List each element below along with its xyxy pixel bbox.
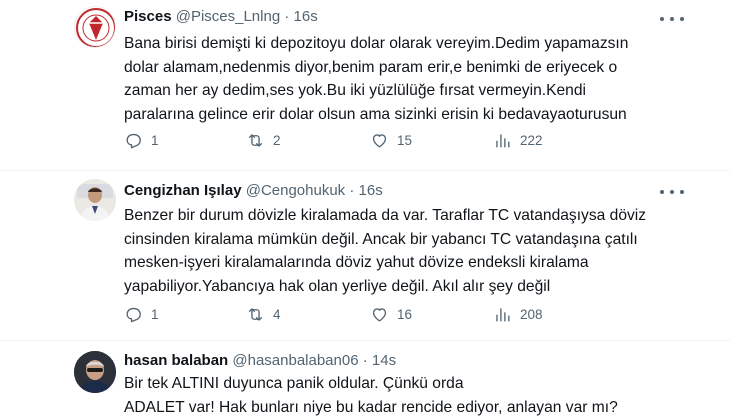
like-button[interactable]: 15 <box>370 131 412 150</box>
author-name[interactable]: Pisces <box>124 8 172 25</box>
tweet-cengizhan[interactable]: Cengizhan Işılay @Cengohukuk · 16s Benze… <box>0 171 730 340</box>
profile-photo-icon <box>74 351 116 393</box>
tweet-line: paralarına gelince erir dolar olsun ama … <box>124 105 627 123</box>
tweet-pisces[interactable]: Pisces @Pisces_Lnlng · 16s Bana birisi d… <box>0 0 730 170</box>
like-button[interactable]: 16 <box>370 305 412 324</box>
tweet-header: Pisces @Pisces_Lnlng · 16s <box>124 8 318 25</box>
retweet-icon <box>248 308 263 321</box>
timestamp[interactable]: 16s <box>294 8 318 25</box>
retweet-icon <box>248 134 263 147</box>
author-handle[interactable]: @Pisces_Lnlng <box>176 8 280 25</box>
tweet-text: Bana birisi demişti ki depozitoyu dolar … <box>124 32 684 126</box>
action-bar: 1 2 15 222 <box>124 131 594 151</box>
action-bar: 1 4 16 208 <box>124 305 594 325</box>
tweet-header: Cengizhan Işılay @Cengohukuk · 16s <box>124 182 383 199</box>
tweet-hasan[interactable]: hasan balaban @hasanbalaban06 · 14s Bir … <box>0 341 730 420</box>
separator: · <box>349 182 355 199</box>
avatar[interactable] <box>74 6 116 48</box>
retweet-button[interactable]: 4 <box>246 305 281 324</box>
reply-count: 1 <box>151 307 159 322</box>
like-count: 15 <box>397 133 413 148</box>
views-count: 222 <box>520 133 543 148</box>
more-options-icon[interactable] <box>660 184 684 200</box>
timestamp[interactable]: 16s <box>359 182 383 199</box>
tweet-line: Bir tek ALTINI duyunca panik oldular. Çü… <box>124 375 464 392</box>
retweet-count: 2 <box>273 133 281 148</box>
tweet-line: Benzer bir durum dövizle kiralamada da v… <box>124 207 647 224</box>
tweet-line: mesken-işyeri kiralamalarında döviz yahu… <box>124 254 589 271</box>
club-logo-icon <box>76 8 115 47</box>
tweet-line: zaman her ay dedim,ses yok.Bu iki yüzlül… <box>124 82 586 99</box>
author-name[interactable]: Cengizhan Işılay <box>124 182 242 199</box>
views-button[interactable]: 222 <box>493 131 543 150</box>
views-count: 208 <box>520 307 543 322</box>
avatar[interactable] <box>74 179 116 221</box>
heart-icon <box>372 134 387 148</box>
views-button[interactable]: 208 <box>493 305 543 324</box>
reply-button[interactable]: 1 <box>124 131 159 150</box>
tweet-text: Bir tek ALTINI duyunca panik oldular. Çü… <box>124 372 684 419</box>
timestamp[interactable]: 14s <box>372 352 396 369</box>
separator: · <box>284 8 290 25</box>
tweet-line: ADALET var! Hak bunları niye bu kadar re… <box>124 398 618 416</box>
reply-icon <box>126 307 141 323</box>
reply-button[interactable]: 1 <box>124 305 159 324</box>
author-name[interactable]: hasan balaban <box>124 352 228 369</box>
views-icon <box>496 134 510 148</box>
retweet-count: 4 <box>273 307 281 322</box>
views-icon <box>496 308 510 322</box>
reply-count: 1 <box>151 133 159 148</box>
heart-icon <box>372 308 387 322</box>
tweet-text: Benzer bir durum dövizle kiralamada da v… <box>124 204 684 298</box>
tweet-line: dolar alamam,nedenmis diyor,benim param … <box>124 58 618 76</box>
profile-photo-icon <box>74 179 116 221</box>
tweet-line: Bana birisi demişti ki depozitoyu dolar … <box>124 35 629 52</box>
tweet-line: cinsinden kiralama mümkün değil. Ancak b… <box>124 230 638 248</box>
retweet-button[interactable]: 2 <box>246 131 281 150</box>
tweet-header: hasan balaban @hasanbalaban06 · 14s <box>124 352 396 369</box>
avatar[interactable] <box>74 351 116 393</box>
reply-icon <box>126 133 141 149</box>
tweet-line: yapabiliyor.Yabancıya hak olan yerliye d… <box>124 277 551 295</box>
more-options-icon[interactable] <box>660 11 684 27</box>
like-count: 16 <box>397 307 413 322</box>
author-handle[interactable]: @Cengohukuk <box>246 182 345 199</box>
author-handle[interactable]: @hasanbalaban06 <box>232 352 358 369</box>
separator: · <box>362 352 368 369</box>
